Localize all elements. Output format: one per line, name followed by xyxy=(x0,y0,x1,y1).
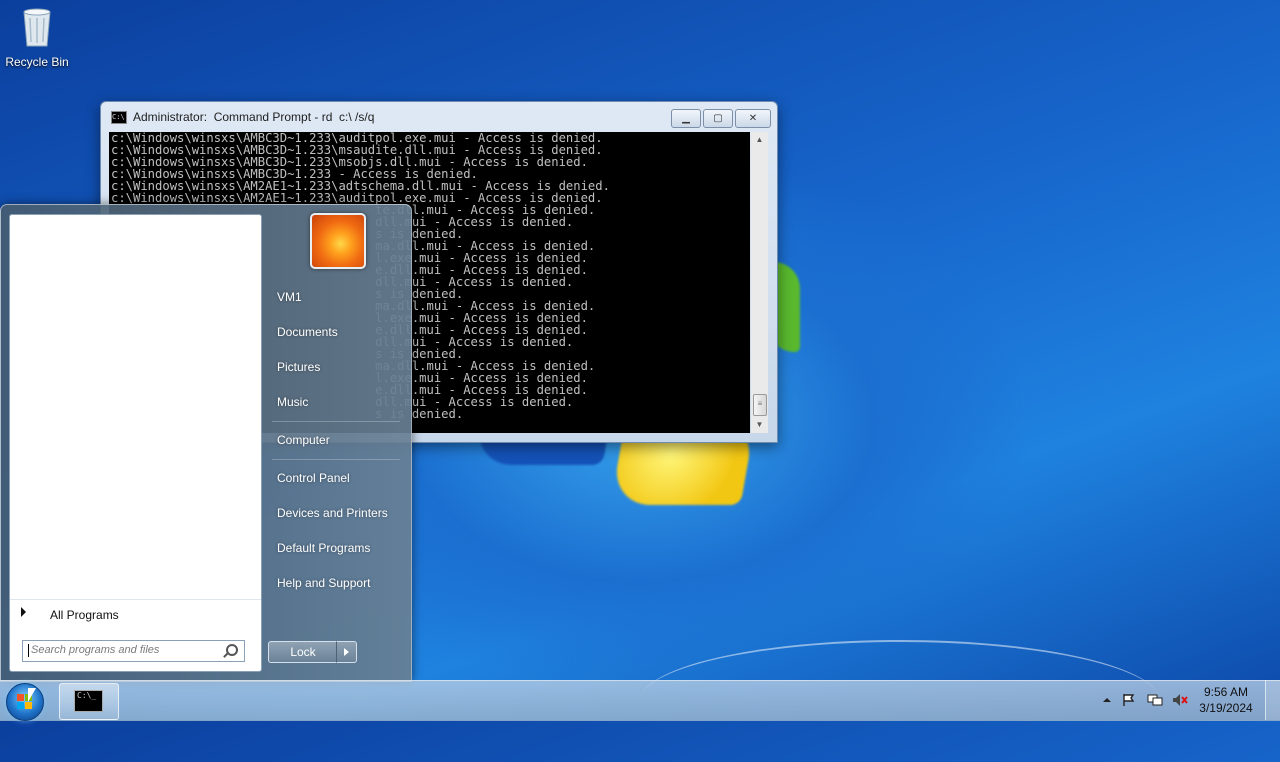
start-programs-pane: All Programs Search programs and files xyxy=(9,214,262,672)
recycle-bin-icon xyxy=(23,8,51,47)
command-prompt-icon: C:\_ xyxy=(74,690,103,712)
start-search-input[interactable]: Search programs and files xyxy=(22,640,245,662)
vertical-scrollbar[interactable]: ▲ ≡ ▼ xyxy=(751,132,768,433)
scroll-down-icon[interactable]: ▼ xyxy=(751,417,768,433)
start-item-devices-printers[interactable]: Devices and Printers xyxy=(277,506,388,520)
window-title: Administrator: Command Prompt - rd c:\ /… xyxy=(133,110,375,124)
menu-separator xyxy=(272,421,400,422)
arrow-right-icon xyxy=(21,607,26,617)
start-item-computer[interactable]: Computer xyxy=(277,433,330,447)
start-item-user[interactable]: VM1 xyxy=(277,290,302,304)
scroll-up-icon[interactable]: ▲ xyxy=(751,132,768,148)
network-icon[interactable] xyxy=(1147,693,1163,707)
system-clock[interactable]: 9:56 AM 3/19/2024 xyxy=(1196,684,1256,716)
action-center-flag-icon[interactable] xyxy=(1122,693,1136,707)
search-placeholder: Search programs and files xyxy=(31,644,160,656)
start-menu: All Programs Search programs and files V… xyxy=(0,204,412,682)
clock-time: 9:56 AM xyxy=(1203,685,1249,699)
start-item-pictures[interactable]: Pictures xyxy=(277,360,320,374)
lock-button[interactable]: Lock xyxy=(268,641,338,663)
start-item-music[interactable]: Music xyxy=(277,395,308,409)
minimize-icon: ▁ xyxy=(682,113,690,124)
close-icon: ✕ xyxy=(748,113,758,124)
chevron-up-icon xyxy=(1103,698,1111,702)
all-programs-label: All Programs xyxy=(50,608,119,622)
clock-date: 3/19/2024 xyxy=(1199,701,1253,715)
start-item-help-support[interactable]: Help and Support xyxy=(277,576,370,590)
taskbar-command-prompt[interactable]: C:\_ xyxy=(59,683,119,720)
start-item-default-programs[interactable]: Default Programs xyxy=(277,541,370,555)
maximize-button[interactable]: ▢ xyxy=(703,109,733,128)
all-programs-button[interactable]: All Programs xyxy=(10,599,261,630)
recycle-bin-label: Recycle Bin xyxy=(5,55,69,69)
start-item-documents[interactable]: Documents xyxy=(277,325,338,339)
window-titlebar[interactable]: C:\ Administrator: Command Prompt - rd c… xyxy=(111,110,374,124)
command-prompt-icon: C:\ xyxy=(111,110,127,124)
show-desktop-button[interactable] xyxy=(1265,680,1280,720)
scroll-thumb[interactable]: ≡ xyxy=(753,394,767,416)
shutdown-options-arrow-icon[interactable] xyxy=(336,641,357,663)
text-caret xyxy=(28,644,29,657)
search-icon xyxy=(226,644,238,656)
maximize-icon: ▢ xyxy=(713,113,723,124)
taskbar xyxy=(0,680,1280,721)
start-button[interactable] xyxy=(6,683,44,721)
recycle-bin-shortcut[interactable]: Recycle Bin xyxy=(4,6,70,69)
minimize-button[interactable]: ▁ xyxy=(671,109,701,128)
volume-muted-icon[interactable] xyxy=(1172,693,1188,707)
close-button[interactable]: ✕ xyxy=(735,109,771,128)
user-avatar[interactable] xyxy=(310,213,366,269)
menu-separator xyxy=(272,459,400,460)
mouse-pointer-icon xyxy=(28,688,36,702)
start-item-control-panel[interactable]: Control Panel xyxy=(277,471,350,485)
show-hidden-icons[interactable] xyxy=(1100,693,1114,707)
window-controls: ▁ ▢ ✕ xyxy=(669,109,771,128)
